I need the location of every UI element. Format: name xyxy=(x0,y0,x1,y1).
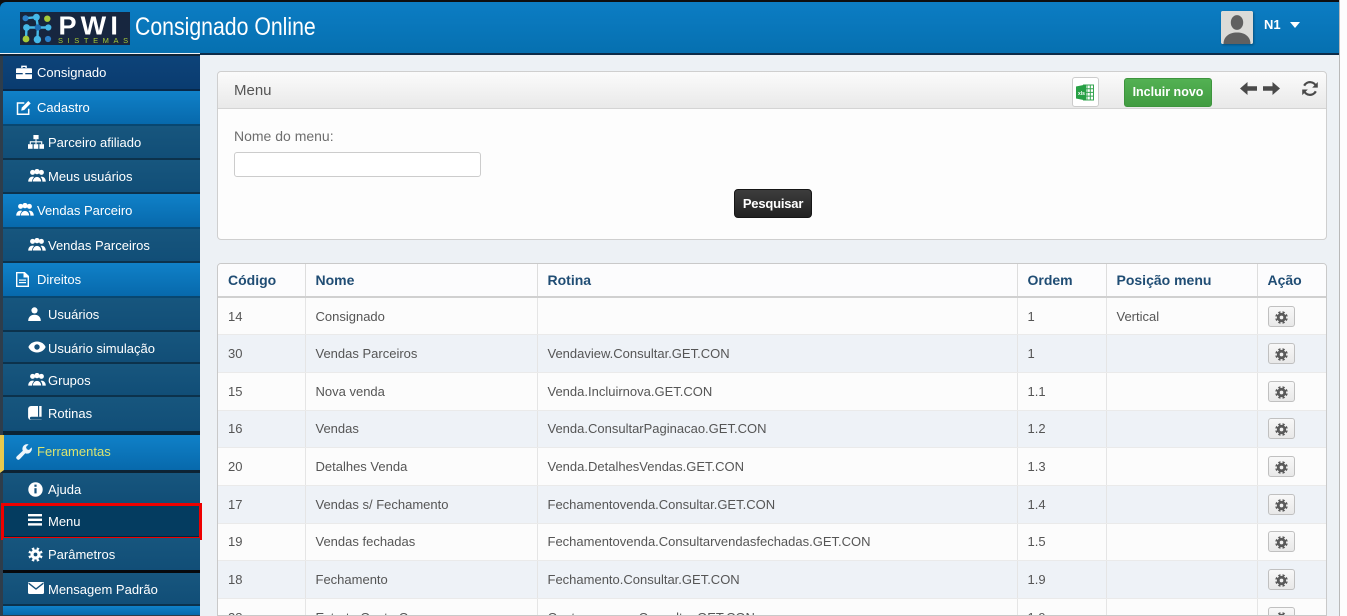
svg-text:SISTEMAS: SISTEMAS xyxy=(58,36,130,45)
svg-text:xls: xls xyxy=(1078,91,1085,97)
